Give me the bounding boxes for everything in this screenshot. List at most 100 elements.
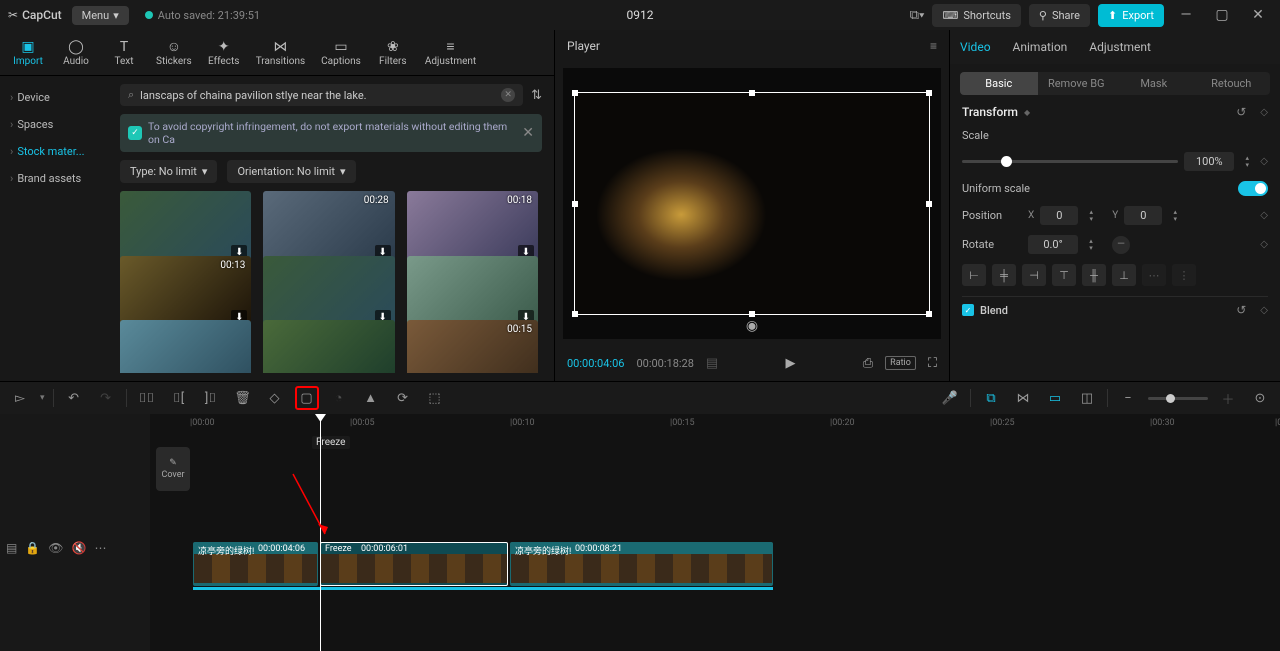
freeze-button[interactable]: ▢ [295,386,319,410]
subtab-mask[interactable]: Mask [1115,72,1193,95]
shortcuts-button[interactable]: ⌨ Shortcuts [932,4,1020,27]
sidebar-item-stock[interactable]: Stock mater... [0,138,108,165]
sidebar-item-device[interactable]: Device [0,84,108,111]
pos-y-spinner[interactable]: ▴▾ [1168,209,1182,223]
tab-effects[interactable]: ✦Effects [202,37,246,69]
timeline-clip-freeze[interactable]: Freeze 00:00:06:01 [320,542,508,586]
scale-value[interactable]: 100% [1184,152,1234,171]
rotate-value[interactable]: 0.0° [1028,235,1078,254]
pos-x-spinner[interactable]: ▴▾ [1084,209,1098,223]
inspector-tab-adjustment[interactable]: Adjustment [1087,32,1153,62]
keyframe-icon[interactable]: ◇ [1260,156,1268,167]
export-button[interactable]: ⬆ Export [1098,4,1164,27]
dismiss-warning-button[interactable]: ✕ [522,125,534,141]
stock-thumb[interactable]: ⬇ [120,191,251,265]
snap-icon[interactable]: ▭ [1043,386,1067,410]
zoom-fit-button[interactable]: ⊙ [1248,386,1272,410]
crop-tool[interactable]: ⬚ [423,386,447,410]
preview-viewport[interactable]: ◉ [563,68,941,339]
mic-icon[interactable]: 🎤 [938,386,962,410]
tab-adjustment[interactable]: ≡Adjustment [419,36,482,69]
lock-icon[interactable]: 🔒 [25,541,40,555]
reset-transform-icon[interactable]: ↺ [1236,105,1246,119]
scale-slider[interactable] [962,160,1178,163]
align-bottom-button[interactable]: ⊥ [1112,264,1136,286]
sidebar-item-brand[interactable]: Brand assets [0,165,108,192]
magnet-icon[interactable]: ⧉ [979,386,1003,410]
pointer-tool[interactable]: ▻ [8,386,32,410]
search-input[interactable] [140,89,495,102]
sidebar-item-spaces[interactable]: Spaces [0,111,108,138]
mute-icon[interactable]: 🔇 [72,541,87,555]
subtab-removebg[interactable]: Remove BG [1038,72,1116,95]
stock-thumb[interactable] [120,320,251,373]
trim-right-tool[interactable]: ]⌷ [199,386,223,410]
playhead[interactable] [320,414,321,651]
menu-button[interactable]: Menu ▾ [72,6,129,25]
timeline-tracks[interactable]: |00:00 |00:05 |00:10 |00:15 |00:20 |00:2… [190,414,1280,651]
inspector-tab-video[interactable]: Video [958,32,993,62]
share-button[interactable]: ⚲ Share [1029,4,1090,27]
pos-x-value[interactable]: 0 [1040,206,1078,225]
stock-thumb[interactable]: ⬇ [407,256,538,330]
snapshot-icon[interactable]: ⎙ [863,356,873,371]
trim-left-tool[interactable]: ⌷[ [167,386,191,410]
close-button[interactable]: ✕ [1244,7,1272,23]
rotate-tool[interactable]: ⟳ [391,386,415,410]
tab-transitions[interactable]: ⋈Transitions [250,37,311,69]
preview-frame[interactable]: ◉ [574,92,929,314]
sort-icon[interactable]: ⇅ [531,88,542,103]
link-icon[interactable]: ⋈ [1011,386,1035,410]
stock-thumb[interactable]: ⬇ [263,256,394,330]
tab-import[interactable]: ▣Import [6,37,50,69]
stock-thumb[interactable]: 00:13⬇ [120,256,251,330]
maximize-button[interactable]: ▢ [1208,7,1236,23]
search-box[interactable]: ⌕ ✕ [120,84,523,106]
rotate-spinner[interactable]: ▴▾ [1084,238,1098,252]
delete-tool[interactable]: 🗑 [231,386,255,410]
layout-icon[interactable]: ⧉▾ [910,8,925,23]
steering-icon[interactable]: ◉ [746,318,758,334]
timeline-clip[interactable]: 凉亭旁的绿树! 00:00:08:21 [510,542,773,586]
pos-y-value[interactable]: 0 [1124,206,1162,225]
tab-filters[interactable]: ❀Filters [371,37,415,69]
align-right-button[interactable]: ⊣ [1022,264,1046,286]
ratio-button[interactable]: Ratio [885,356,916,370]
tab-audio[interactable]: ◯Audio [54,37,98,69]
orientation-filter[interactable]: Orientation: No limit▾ [227,160,355,183]
split-tool[interactable]: ⌷⌷ [135,386,159,410]
distribute-v-button[interactable]: ⋮ [1172,264,1196,286]
tab-stickers[interactable]: ☺Stickers [150,36,198,69]
stock-thumb[interactable]: 00:18⬇ [407,191,538,265]
rotate-dial-icon[interactable]: — [1112,236,1130,254]
mirror-tool[interactable]: ▲ [359,386,383,410]
keyframe-icon[interactable]: ◇ [1260,107,1268,118]
type-filter[interactable]: Type: No limit▾ [120,160,217,183]
list-icon[interactable]: ▤ [706,356,718,371]
redo-button[interactable]: ↷ [94,386,118,410]
keyframe-icon[interactable]: ◇ [1260,210,1268,221]
subtab-basic[interactable]: Basic [960,72,1038,95]
cover-button[interactable]: ✎ Cover [156,447,190,491]
eye-icon[interactable]: 👁 [48,541,63,555]
blend-checkbox[interactable]: ✓ [962,304,974,316]
align-hcenter-button[interactable]: ╪ [992,264,1016,286]
fullscreen-icon[interactable]: ⛶ [928,356,937,371]
stock-thumb[interactable]: 00:15 [407,320,538,373]
reset-blend-icon[interactable]: ↺ [1236,303,1246,317]
undo-button[interactable]: ↶ [62,386,86,410]
stock-thumb[interactable] [263,320,394,373]
align-left-button[interactable]: ⊢ [962,264,986,286]
keyframe-icon[interactable]: ◇ [1260,239,1268,250]
tab-text[interactable]: TText [102,37,146,69]
track-menu-icon[interactable]: ▤ [6,541,17,555]
distribute-h-button[interactable]: ⋯ [1142,264,1166,286]
tab-captions[interactable]: ▭Captions [315,37,367,69]
preview-menu-icon[interactable]: ≡ [930,39,937,53]
clear-search-button[interactable]: ✕ [501,88,515,102]
timeline-ruler[interactable]: |00:00 |00:05 |00:10 |00:15 |00:20 |00:2… [190,414,1280,434]
zoom-in-button[interactable]: ＋ [1216,386,1240,410]
minimize-button[interactable]: ― [1172,7,1200,23]
align-top-button[interactable]: ⊤ [1052,264,1076,286]
align-vcenter-button[interactable]: ╫ [1082,264,1106,286]
